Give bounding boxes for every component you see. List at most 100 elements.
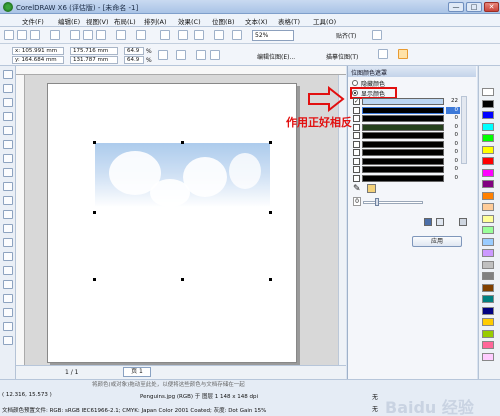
mask-row-checkbox[interactable]: ✓ (353, 98, 360, 105)
y-position-field[interactable]: y: 164.684 mm (12, 56, 64, 64)
selection-handle-mr[interactable] (269, 211, 272, 214)
print-icon[interactable] (50, 30, 60, 40)
mask-row-tolerance[interactable]: 22 (446, 98, 460, 105)
palette-swatch[interactable] (482, 203, 494, 211)
mask-row-checkbox[interactable] (353, 157, 360, 165)
cut-icon[interactable] (70, 30, 80, 40)
search-icon[interactable] (160, 30, 170, 40)
hide-colors-radio[interactable] (352, 80, 358, 86)
mask-row-color[interactable] (362, 106, 444, 114)
palette-swatch[interactable] (482, 226, 494, 234)
export-icon[interactable] (194, 30, 204, 40)
selection-handle-bc[interactable] (181, 278, 184, 281)
welcome-screen-icon[interactable] (232, 30, 242, 40)
mask-row-tolerance[interactable]: 0 (446, 141, 460, 148)
palette-swatch[interactable] (482, 134, 494, 142)
redo-icon[interactable] (136, 30, 146, 40)
new-document-icon[interactable] (4, 30, 14, 40)
scale-height-field[interactable]: 64.9 (124, 56, 144, 64)
selection-handle-tc[interactable] (181, 141, 184, 144)
outline-indicator[interactable]: 无 (372, 404, 378, 413)
menu-tools[interactable]: 工具(O) (313, 16, 336, 26)
palette-swatch[interactable] (482, 111, 494, 119)
mask-row-color[interactable] (362, 174, 444, 182)
open-mask-icon[interactable] (436, 218, 444, 226)
mask-row-color[interactable] (362, 157, 444, 165)
palette-swatch[interactable] (482, 283, 494, 292)
palette-swatch[interactable] (482, 237, 494, 246)
mask-row-checkbox[interactable] (353, 140, 360, 148)
mask-row-color[interactable] (362, 115, 444, 122)
snap-to-dropdown[interactable]: 贴齐(T) (336, 31, 356, 40)
mask-row-checkbox[interactable] (353, 106, 360, 114)
selection-handle-br[interactable] (269, 278, 272, 281)
tolerance-field[interactable]: 0 (353, 197, 361, 206)
shape-tool-icon[interactable] (3, 84, 13, 93)
menu-table[interactable]: 表格(T) (278, 16, 300, 26)
eyedropper-icon[interactable]: ✎ (353, 184, 361, 194)
paste-icon[interactable] (96, 30, 106, 40)
mask-row-color[interactable] (362, 166, 444, 173)
mask-row-tolerance[interactable]: 0 (446, 175, 460, 182)
interactive-fill-tool-icon[interactable] (3, 336, 13, 345)
open-icon[interactable] (17, 30, 27, 40)
menu-bitmaps[interactable]: 位图(B) (212, 16, 235, 26)
blend-tool-icon[interactable] (3, 266, 13, 275)
mask-row-tolerance[interactable]: 0 (446, 132, 460, 139)
menu-effects[interactable]: 效果(C) (178, 16, 201, 26)
freehand-tool-icon[interactable] (3, 126, 13, 135)
palette-swatch[interactable] (482, 180, 494, 188)
palette-swatch[interactable] (482, 295, 494, 303)
close-button[interactable]: ✕ (484, 2, 499, 12)
mask-row-color[interactable] (362, 149, 444, 156)
crop-tool-icon[interactable] (3, 98, 13, 107)
menu-file[interactable]: 文件(F) (22, 16, 44, 26)
zoom-level-select[interactable]: 52% (252, 30, 294, 41)
edit-color-icon[interactable] (367, 184, 376, 193)
palette-swatch[interactable] (482, 329, 494, 338)
mask-row-checkbox[interactable] (353, 174, 360, 182)
palette-swatch[interactable] (482, 88, 494, 96)
dimension-tool-icon[interactable] (3, 238, 13, 247)
menu-view[interactable]: 视图(V) (86, 16, 109, 26)
minimize-button[interactable]: — (448, 2, 464, 12)
mirror-vertical-icon[interactable] (210, 50, 220, 60)
menu-layout[interactable]: 布局(L) (114, 16, 136, 26)
palette-swatch[interactable] (482, 214, 494, 223)
options-icon[interactable] (372, 30, 382, 40)
palette-swatch[interactable] (482, 99, 494, 108)
palette-swatch[interactable] (482, 122, 494, 131)
zoom-tool-icon[interactable] (3, 112, 13, 121)
mask-row-checkbox[interactable] (353, 166, 360, 173)
basic-shapes-tool-icon[interactable] (3, 196, 13, 205)
selection-handle-bl[interactable] (93, 278, 96, 281)
save-mask-icon[interactable] (424, 218, 432, 226)
bitmap-color-mask-icon[interactable] (398, 49, 408, 59)
scale-width-field[interactable]: 64.9 (124, 47, 144, 55)
transparency-tool-icon[interactable] (3, 280, 13, 289)
save-icon[interactable] (30, 30, 40, 40)
edit-bitmap-button[interactable]: 编辑位图(E)... (257, 52, 295, 61)
page-tab-1[interactable]: 页 1 (123, 367, 151, 377)
apply-button[interactable]: 应用 (412, 236, 462, 247)
mask-row-tolerance[interactable]: 0 (446, 158, 460, 165)
tolerance-slider[interactable] (363, 201, 423, 204)
tolerance-slider-thumb[interactable] (375, 198, 379, 206)
palette-swatch[interactable] (482, 318, 494, 326)
polygon-tool-icon[interactable] (3, 182, 13, 191)
application-launcher-icon[interactable] (214, 30, 224, 40)
menu-arrange[interactable]: 排列(A) (144, 16, 167, 26)
color-list-scrollbar[interactable] (461, 96, 467, 164)
palette-swatch[interactable] (482, 341, 494, 349)
mask-row-checkbox[interactable] (353, 115, 360, 122)
outline-tool-icon[interactable] (3, 308, 13, 317)
mask-row-color[interactable] (362, 98, 444, 105)
import-icon[interactable] (178, 30, 188, 40)
copy-icon[interactable] (83, 30, 93, 40)
palette-swatch[interactable] (482, 260, 494, 269)
palette-swatch[interactable] (482, 191, 494, 200)
color-profile-info[interactable]: 文档颜色预置文件: RGB: sRGB IEC61966-2.1; CMYK: … (2, 406, 266, 414)
mask-row-tolerance[interactable]: 0 (446, 166, 460, 173)
mask-row-checkbox[interactable] (353, 132, 360, 139)
palette-swatch[interactable] (482, 157, 494, 165)
